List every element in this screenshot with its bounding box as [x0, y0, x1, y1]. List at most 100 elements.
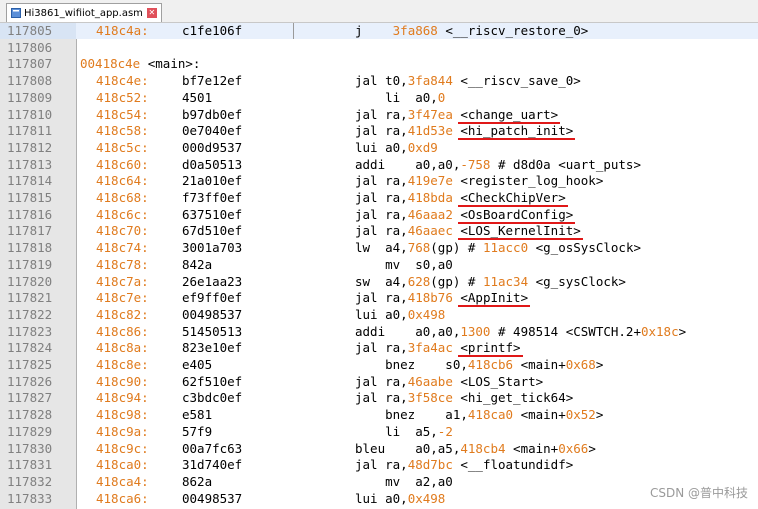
- instruction-address: 418c8a:: [96, 340, 149, 356]
- instruction-token: mv s0,a0: [355, 256, 453, 272]
- instruction-token: <AppInit>: [452, 290, 529, 306]
- line-number: 117822: [7, 306, 53, 322]
- instruction-token: bleu a0,a5,: [355, 440, 461, 456]
- instruction-address: 418c9c:: [96, 440, 149, 456]
- instruction-token: <register_log_hook>: [452, 173, 604, 189]
- operand-number: 628: [407, 273, 431, 289]
- code-line[interactable]: 117815 418c68: f73ff0ef jal ra,418bda <Chec…: [0, 190, 758, 206]
- code-line[interactable]: 117826 418c90: 62f510ef jal ra,46aabe <LOS_…: [0, 374, 758, 390]
- tab-title: Hi3861_wifiiot_app.asm: [24, 7, 143, 19]
- operand-number: 41d53e: [407, 123, 453, 139]
- line-number: 117831: [7, 457, 53, 473]
- instruction-token: jal t0,: [355, 73, 408, 89]
- instruction-text: jal ra,41d53e <hi_patch_init>: [355, 123, 573, 139]
- operand-number: 1300: [460, 323, 491, 339]
- instruction-token: jal ra,: [355, 340, 408, 356]
- operand-number: 0x18c: [640, 323, 679, 339]
- line-number: 117829: [7, 423, 53, 439]
- instruction-token: <__riscv_restore_0>: [437, 23, 589, 38]
- code-line[interactable]: 117819 418c78: 842a mv s0,a0: [0, 257, 758, 273]
- line-number: 117816: [7, 206, 53, 222]
- instruction-address: 418c58:: [96, 123, 149, 139]
- code-line[interactable]: 117824 418c8a: 823e10ef jal ra,3fa4ac <prin…: [0, 340, 758, 356]
- code-line[interactable]: 117807 00418c4e <main>:: [0, 56, 758, 72]
- instruction-text: lw a4,768(gp) # 11acc0 <g_osSysClock>: [355, 240, 641, 256]
- code-line[interactable]: 117814 418c64: 21a010ef jal ra,419e7e <regi…: [0, 173, 758, 189]
- red-underline: [458, 305, 531, 308]
- line-number: 117830: [7, 440, 53, 456]
- instruction-token: jal ra,: [355, 206, 408, 222]
- instruction-text: jal ra,46aabe <LOS_Start>: [355, 374, 543, 390]
- line-number: 117810: [7, 106, 53, 122]
- code-line[interactable]: 117812 418c5c: 000d9537 lui a0,0xd9: [0, 140, 758, 156]
- code-line[interactable]: 117825 418c8e: e405 bnez s0,418cb6 <main+0…: [0, 357, 758, 373]
- code-line[interactable]: 117830 418c9c: 00a7fc63 bleu a0,a5,418cb4 <…: [0, 441, 758, 457]
- code-line[interactable]: 117818 418c74: 3001a703 lw a4,768(gp) # 11a…: [0, 240, 758, 256]
- red-underline: [458, 238, 583, 241]
- line-number: 117807: [7, 56, 53, 72]
- instruction-token: mv a2,a0: [355, 473, 453, 489]
- instruction-text: lui a0,0xd9: [355, 140, 438, 156]
- opcode-hex: 51450513: [182, 323, 243, 339]
- code-line[interactable]: 117810 418c54: b97db0ef jal ra,3f47ea <chan…: [0, 107, 758, 123]
- opcode-hex: d0a50513: [182, 156, 243, 172]
- instruction-text: jal ra,3f47ea <change_uart>: [355, 107, 558, 123]
- code-line[interactable]: 117829 418c9a: 57f9 li a5,-2: [0, 424, 758, 440]
- code-line[interactable]: 117833 418ca6: 00498537 lui a0,0x498: [0, 491, 758, 507]
- instruction-address: 418c6c:: [96, 206, 149, 222]
- instruction-token: bnez s0,: [355, 357, 468, 372]
- code-line[interactable]: 117811 418c58: 0e7040ef jal ra,41d53e <hi_p…: [0, 123, 758, 139]
- instruction-text: addi a0,a0,-758 # d8d0a <uart_puts>: [355, 157, 641, 173]
- instruction-text: jal ra,418b76 <AppInit>: [355, 290, 528, 306]
- code-line[interactable]: 117831 418ca0: 31d740ef jal ra,48d7bc <__fl…: [0, 457, 758, 473]
- code-line[interactable]: 117820 418c7a: 26e1aa23 sw a4,628(gp) # 11a…: [0, 274, 758, 290]
- opcode-hex: 4501: [182, 89, 213, 105]
- opcode-hex: 21a010ef: [182, 173, 243, 189]
- opcode-hex: c1fe106f: [182, 23, 243, 38]
- line-number: 117820: [7, 273, 53, 289]
- tab-asm-file[interactable]: Hi3861_wifiiot_app.asm ✕: [6, 3, 162, 22]
- line-number: 117825: [7, 357, 53, 372]
- code-line[interactable]: 117828 418c98: e581 bnez a1,418ca0 <main+0…: [0, 407, 758, 423]
- instruction-token: >: [595, 357, 604, 372]
- code-line[interactable]: 117808 418c4e: bf7e12ef jal t0,3fa844 <__ri…: [0, 73, 758, 89]
- instruction-token: lui a0,: [355, 490, 408, 506]
- code-line[interactable]: 117821 418c7e: ef9ff0ef jal ra,418b76 <AppI…: [0, 290, 758, 306]
- code-line[interactable]: 117809 418c52: 4501 li a0,0: [0, 90, 758, 106]
- instruction-address: 418c8e:: [96, 357, 149, 372]
- operand-number: 0x66: [558, 440, 589, 456]
- instruction-text: lui a0,0x498: [355, 491, 445, 507]
- code-line[interactable]: 117827 418c94: c3bdc0ef jal ra,3f58ce <hi_g…: [0, 390, 758, 406]
- code-line[interactable]: 117806: [0, 40, 758, 56]
- label-address: 00418c4e: [80, 56, 141, 72]
- instruction-token: jal ra,: [355, 457, 408, 473]
- operand-number: 48d7bc: [407, 457, 453, 473]
- red-underline: [458, 205, 568, 207]
- instruction-address: 418c90:: [96, 373, 149, 389]
- code-editor[interactable]: 117805 418c4a: c1fe106f j 3fa868 <__riscv_r…: [0, 23, 758, 509]
- operand-number: 419e7e: [407, 173, 453, 189]
- instruction-address: 418c60:: [96, 156, 149, 172]
- code-line[interactable]: 117805 418c4a: c1fe106f j 3fa868 <__riscv_r…: [0, 23, 758, 39]
- line-number: 117819: [7, 256, 53, 272]
- opcode-hex: 67d510ef: [182, 223, 243, 239]
- code-line[interactable]: 117822 418c82: 00498537 lui a0,0x498: [0, 307, 758, 323]
- opcode-hex: e581: [182, 407, 213, 423]
- code-line[interactable]: 117832 418ca4: 862a mv a2,a0: [0, 474, 758, 490]
- line-number: 117806: [7, 39, 53, 55]
- instruction-address: 418c52:: [96, 89, 149, 105]
- instruction-text: lui a0,0x498: [355, 307, 445, 323]
- code-line[interactable]: 117813 418c60: d0a50513 addi a0,a0,-758 # d…: [0, 157, 758, 173]
- instruction-token: >: [678, 323, 687, 339]
- instruction-token: <hi_patch_init>: [452, 123, 574, 139]
- code-line[interactable]: 117817 418c70: 67d510ef jal ra,46aaec <LOS_…: [0, 223, 758, 239]
- opcode-hex: e405: [182, 357, 213, 372]
- red-underline: [458, 138, 576, 141]
- opcode-hex: c3bdc0ef: [182, 390, 243, 406]
- close-icon[interactable]: ✕: [146, 8, 157, 18]
- code-line[interactable]: 117823 418c86: 51450513 addi a0,a0,1300 # 4…: [0, 324, 758, 340]
- line-number: 117821: [7, 290, 53, 306]
- code-line[interactable]: 117816 418c6c: 637510ef jal ra,46aaa2 <OsBo…: [0, 207, 758, 223]
- instruction-address: 418c98:: [96, 407, 149, 423]
- instruction-token: lui a0,: [355, 139, 408, 155]
